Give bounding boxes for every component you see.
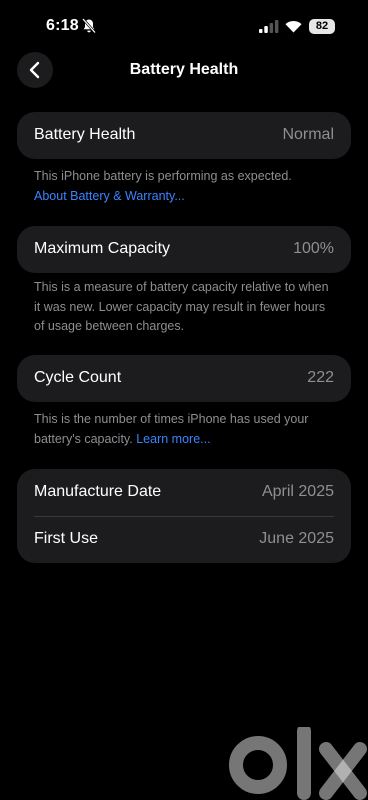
manufacture-date-label: Manufacture Date — [34, 483, 162, 500]
first-use-label: First Use — [34, 530, 98, 547]
maximum-capacity-row: Maximum Capacity 100% — [17, 226, 351, 273]
first-use-row: First Use June 2025 — [17, 516, 351, 563]
battery-health-value: Normal — [282, 126, 334, 143]
cycle-count-card: Cycle Count 222 — [17, 355, 351, 402]
battery-health-label: Battery Health — [34, 126, 136, 143]
battery-health-row: Battery Health Normal — [17, 112, 351, 159]
olx-watermark-logo — [229, 727, 367, 800]
cycle-count-value: 222 — [307, 369, 334, 386]
manufacture-date-row: Manufacture Date April 2025 — [17, 469, 351, 516]
battery-health-description: This iPhone battery is performing as exp… — [34, 169, 292, 183]
bell-slash-icon — [82, 18, 96, 34]
status-time: 6:18 — [46, 17, 79, 34]
battery-dates-card: Manufacture Date April 2025 First Use Ju… — [17, 469, 351, 563]
page-title: Battery Health — [129, 61, 239, 78]
battery-health-footnote: This iPhone battery is performing as exp… — [34, 167, 339, 206]
cellular-signal-icon — [259, 20, 279, 33]
manufacture-date-value: April 2025 — [261, 483, 334, 500]
battery-indicator: 82 — [309, 19, 335, 34]
cycle-count-label: Cycle Count — [34, 369, 122, 386]
status-bar: 6:18 82 — [0, 0, 368, 52]
cycle-count-row: Cycle Count 222 — [17, 355, 351, 402]
maximum-capacity-value: 100% — [293, 240, 334, 257]
learn-more-link[interactable]: Learn more... — [136, 432, 210, 446]
about-battery-warranty-link[interactable]: About Battery & Warranty... — [34, 187, 339, 207]
maximum-capacity-footnote: This is a measure of battery capacity re… — [34, 280, 329, 333]
battery-health-card: Battery Health Normal — [17, 112, 351, 159]
first-use-value: June 2025 — [259, 530, 334, 547]
maximum-capacity-card: Maximum Capacity 100% — [17, 226, 351, 273]
wifi-icon — [285, 20, 302, 33]
maximum-capacity-label: Maximum Capacity — [34, 240, 171, 257]
cycle-count-footnote: This is the number of times iPhone has u… — [34, 410, 339, 449]
